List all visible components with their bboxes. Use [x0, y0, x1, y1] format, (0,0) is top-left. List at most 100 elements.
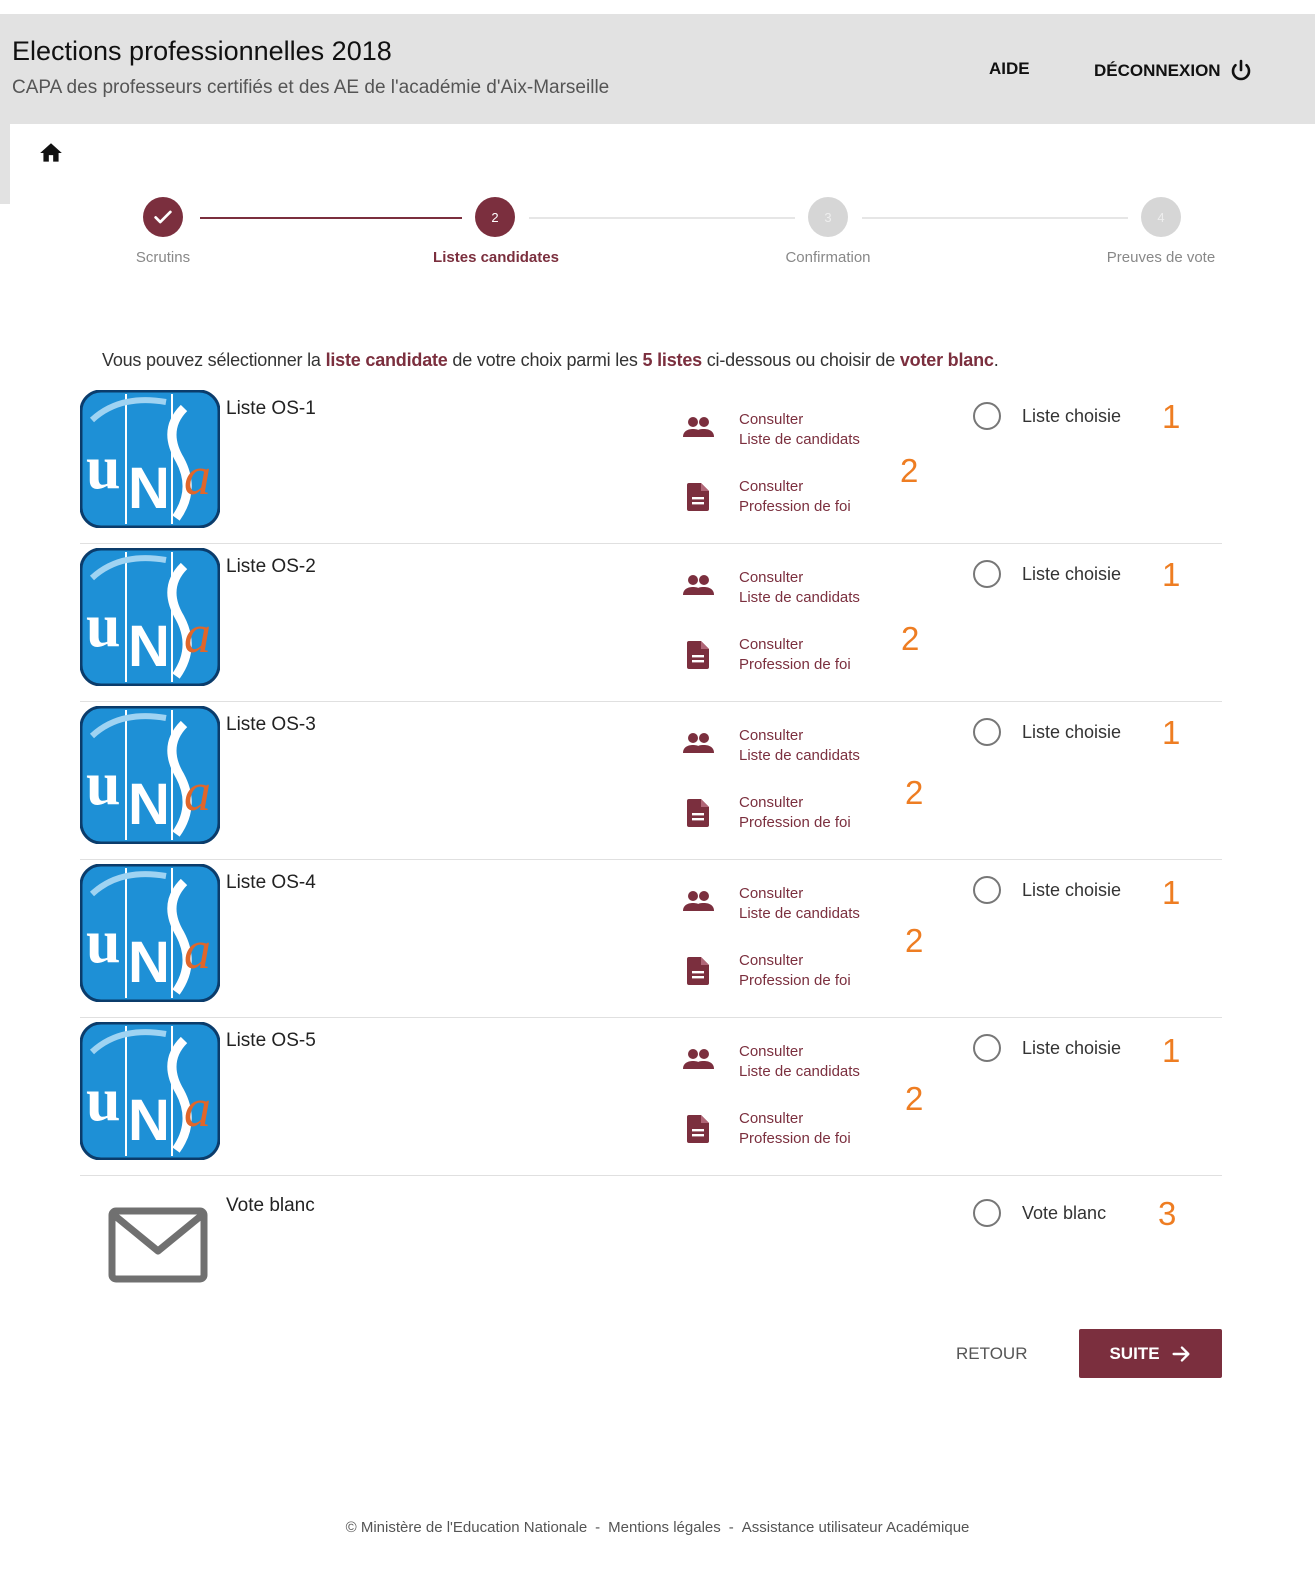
list-name: Liste OS-5 — [226, 1030, 316, 1051]
radio-label: Vote blanc — [1022, 1202, 1107, 1223]
svg-text:a: a — [184, 1078, 211, 1138]
profession-link[interactable]: Consulter Profession de foi — [680, 793, 851, 833]
svg-text:u: u — [86, 434, 120, 502]
annotation-number: 2 — [905, 774, 924, 811]
support-link[interactable]: Assistance utilisateur Académique — [742, 1519, 970, 1536]
divider — [80, 543, 1222, 544]
annotation-number: 2 — [901, 620, 920, 657]
document-icon — [687, 1115, 709, 1143]
document-icon — [687, 641, 709, 669]
list-choice-radio[interactable]: Liste choisie — [973, 876, 1121, 904]
blank-vote-row: Vote blanc Vote blanc 3 — [80, 1187, 1222, 1297]
radio-button[interactable] — [973, 402, 1001, 430]
unsa-logo: u N a — [80, 1022, 220, 1160]
stepper-line — [529, 217, 795, 219]
radio-button[interactable] — [973, 560, 1001, 588]
list-choice-radio[interactable]: Liste choisie — [973, 718, 1121, 746]
list-choice-radio[interactable]: Liste choisie — [973, 560, 1121, 588]
list-choice-radio[interactable]: Liste choisie — [973, 1034, 1121, 1062]
step-label-active: Listes candidates — [433, 249, 559, 266]
instructions: Vous pouvez sélectionner la liste candid… — [102, 350, 999, 370]
list-name: Liste OS-1 — [226, 398, 316, 419]
svg-text:a: a — [184, 920, 211, 980]
stepper-line — [862, 217, 1128, 219]
radio-button[interactable] — [973, 1199, 1001, 1227]
step-4-circle: 4 — [1141, 197, 1181, 237]
step-number: 3 — [824, 209, 832, 225]
legal-link[interactable]: Mentions légales — [608, 1519, 721, 1536]
list-name: Liste OS-3 — [226, 714, 316, 735]
divider — [80, 1175, 1222, 1176]
next-button[interactable]: SUITE — [1079, 1329, 1222, 1378]
profession-link[interactable]: Consulter Profession de foi — [680, 477, 851, 517]
app-header: Elections professionnelles 2018 CAPA des… — [0, 14, 1315, 124]
home-button[interactable] — [38, 140, 64, 171]
power-icon — [1231, 59, 1250, 81]
document-icon — [687, 799, 709, 827]
list-row: u N a Liste OS-4 Consulter Liste de candi… — [80, 864, 1222, 1009]
annotation-number: 2 — [900, 452, 919, 489]
radio-button[interactable] — [973, 876, 1001, 904]
radio-label: Liste choisie — [1022, 879, 1122, 900]
unsa-logo: u N a — [80, 390, 220, 528]
svg-text:u: u — [86, 908, 120, 976]
svg-text:N: N — [128, 1088, 170, 1153]
radio-button[interactable] — [973, 718, 1001, 746]
help-label: AIDE — [989, 59, 1030, 78]
footer: © Ministère de l'Education Nationale - Men… — [345, 1519, 970, 1536]
annotation-number: 1 — [1162, 874, 1181, 911]
radio-label: Liste choisie — [1022, 1037, 1122, 1058]
back-button[interactable]: RETOUR — [956, 1344, 1027, 1364]
list-name: Vote blanc — [226, 1195, 315, 1216]
list-row: u N a Liste OS-1 Consulter Liste de candi… — [80, 390, 1222, 535]
step-number: 2 — [491, 209, 499, 225]
svg-text:a: a — [184, 762, 211, 822]
candidates-link[interactable]: Consulter Liste de candidats — [680, 726, 860, 766]
candidates-link[interactable]: Consulter Liste de candidats — [680, 1042, 860, 1082]
radio-label: Liste choisie — [1022, 563, 1122, 584]
svg-text:a: a — [184, 604, 211, 664]
svg-text:u: u — [86, 592, 120, 660]
annotation-number: 2 — [905, 1080, 924, 1117]
unsa-logo: u N a — [80, 864, 220, 1002]
candidates-link[interactable]: Consulter Liste de candidats — [680, 884, 860, 924]
svg-text:N: N — [128, 930, 170, 995]
annotation-number: 2 — [905, 922, 924, 959]
divider — [80, 701, 1222, 702]
stepper-line-done — [200, 217, 462, 219]
help-button[interactable]: AIDE — [989, 59, 1030, 79]
step-2-circle: 2 — [475, 197, 515, 237]
candidates-link[interactable]: Consulter Liste de candidats — [680, 568, 860, 608]
logout-button[interactable]: DÉCONNEXION — [1094, 59, 1253, 83]
document-icon — [687, 957, 709, 985]
people-icon — [683, 575, 714, 595]
step-label: Scrutins — [135, 249, 191, 266]
unsa-logo: u N a — [80, 548, 220, 686]
radio-label: Liste choisie — [1022, 721, 1122, 742]
divider — [80, 859, 1222, 860]
page-subtitle: CAPA des professeurs certifiés et des AE… — [12, 77, 610, 98]
svg-text:N: N — [128, 614, 170, 679]
people-icon — [683, 733, 714, 753]
profession-link[interactable]: Consulter Profession de foi — [680, 951, 851, 991]
scroll-edge — [0, 124, 10, 204]
annotation-number: 1 — [1162, 714, 1181, 751]
step-number: 4 — [1157, 209, 1165, 225]
step-1-circle — [143, 197, 183, 237]
annotation-number: 1 — [1162, 1032, 1181, 1069]
annotation-number: 1 — [1162, 398, 1181, 435]
check-icon — [154, 210, 172, 224]
candidates-link[interactable]: Consulter Liste de candidats — [680, 410, 860, 450]
profession-link[interactable]: Consulter Profession de foi — [680, 635, 851, 675]
annotation-number: 3 — [1158, 1195, 1177, 1232]
svg-text:N: N — [128, 456, 170, 521]
list-name: Liste OS-2 — [226, 556, 316, 577]
radio-label: Liste choisie — [1022, 405, 1122, 426]
document-icon — [687, 483, 709, 511]
profession-link[interactable]: Consulter Profession de foi — [680, 1109, 851, 1149]
list-row: u N a Liste OS-5 Consulter Liste de candi… — [80, 1022, 1222, 1167]
list-choice-radio[interactable]: Liste choisie — [973, 402, 1121, 430]
svg-text:u: u — [86, 750, 120, 818]
blank-vote-radio[interactable]: Vote blanc — [973, 1199, 1106, 1227]
radio-button[interactable] — [973, 1034, 1001, 1062]
